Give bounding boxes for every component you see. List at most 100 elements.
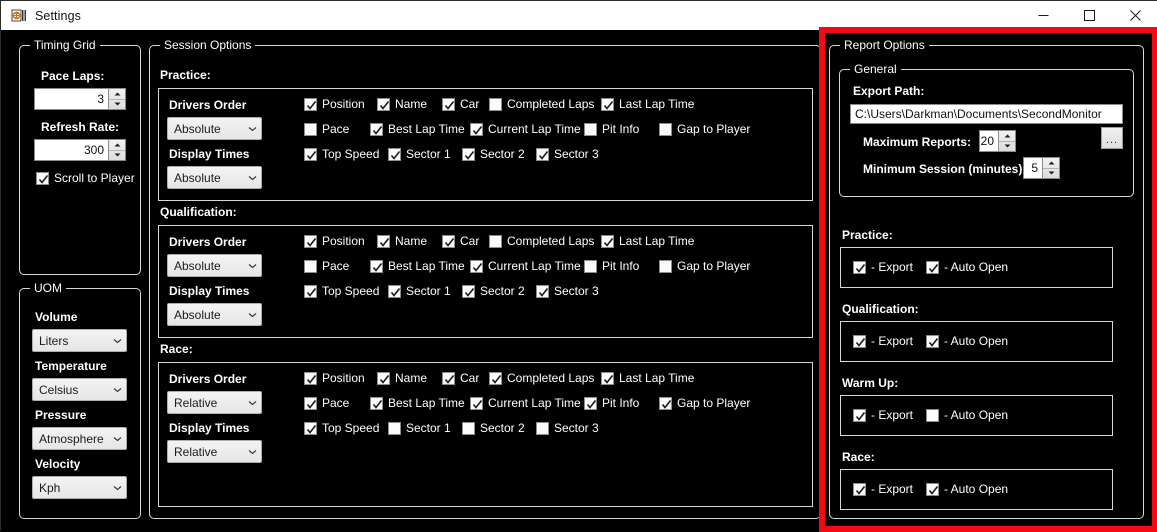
refresh-rate-value[interactable]: 300 — [35, 140, 108, 160]
pace-laps-stepper[interactable]: 3 — [34, 88, 126, 110]
practice-column-best-lap-time[interactable]: Best Lap Time — [370, 123, 465, 136]
checkbox-box[interactable] — [536, 422, 549, 435]
checkbox-box[interactable] — [388, 148, 401, 161]
refresh-rate-stepper[interactable]: 300 — [34, 139, 126, 161]
practice-column-position[interactable]: Position — [304, 98, 365, 111]
qualification-column-sector-1[interactable]: Sector 1 — [388, 285, 451, 298]
checkbox-box[interactable] — [659, 397, 672, 410]
checkbox-box[interactable] — [926, 483, 939, 496]
checkbox-box[interactable] — [853, 261, 866, 274]
checkbox-box[interactable] — [304, 260, 317, 273]
uom-velocity-dropdown[interactable]: Kph — [32, 476, 127, 499]
practice-column-completed-laps[interactable]: Completed Laps — [489, 98, 594, 111]
practice-column-pace[interactable]: Pace — [304, 123, 349, 136]
checkbox-box[interactable] — [462, 422, 475, 435]
checkbox-box[interactable] — [388, 285, 401, 298]
report-qualification-auto-open-checkbox[interactable]: - Auto Open — [926, 335, 1008, 348]
qualification-column-completed-laps[interactable]: Completed Laps — [489, 235, 594, 248]
report-practice-export-checkbox[interactable]: - Export — [853, 261, 913, 274]
qualification-column-position[interactable]: Position — [304, 235, 365, 248]
browse-export-path-button[interactable]: ... — [1101, 127, 1123, 149]
maximum-reports-stepper[interactable]: 20 — [979, 130, 1016, 152]
checkbox-box[interactable] — [377, 235, 390, 248]
checkbox-box[interactable] — [304, 235, 317, 248]
checkbox-box[interactable] — [853, 335, 866, 348]
checkbox-box[interactable] — [926, 335, 939, 348]
race-column-car[interactable]: Car — [442, 372, 479, 385]
checkbox-box[interactable] — [536, 148, 549, 161]
race-drivers-order-dropdown[interactable]: Relative — [167, 391, 262, 414]
checkbox-box[interactable] — [536, 285, 549, 298]
maximum-reports-value[interactable]: 20 — [980, 131, 998, 151]
qualification-column-gap-to-player[interactable]: Gap to Player — [659, 260, 750, 273]
minimum-session-decrement-button[interactable] — [1043, 169, 1059, 179]
race-column-completed-laps[interactable]: Completed Laps — [489, 372, 594, 385]
uom-pressure-dropdown[interactable]: Atmosphere — [32, 427, 127, 450]
checkbox-box[interactable] — [377, 98, 390, 111]
checkbox-box[interactable] — [388, 422, 401, 435]
race-column-position[interactable]: Position — [304, 372, 365, 385]
practice-column-pit-info[interactable]: Pit Info — [584, 123, 639, 136]
race-column-best-lap-time[interactable]: Best Lap Time — [370, 397, 465, 410]
checkbox-box[interactable] — [304, 148, 317, 161]
close-button[interactable] — [1112, 1, 1157, 30]
checkbox-box[interactable] — [601, 235, 614, 248]
qualification-column-best-lap-time[interactable]: Best Lap Time — [370, 260, 465, 273]
checkbox-box[interactable] — [470, 123, 483, 136]
checkbox-box[interactable] — [462, 285, 475, 298]
checkbox-box[interactable] — [659, 123, 672, 136]
scroll-to-player-checkbox-box[interactable] — [36, 172, 49, 185]
checkbox-box[interactable] — [853, 409, 866, 422]
refresh-rate-increment-button[interactable] — [109, 140, 125, 151]
pace-laps-value[interactable]: 3 — [35, 89, 108, 109]
race-column-pace[interactable]: Pace — [304, 397, 349, 410]
checkbox-box[interactable] — [470, 397, 483, 410]
qualification-column-top-speed[interactable]: Top Speed — [304, 285, 379, 298]
minimum-session-value[interactable]: 5 — [1024, 158, 1042, 178]
qualification-display-times-dropdown[interactable]: Absolute — [167, 303, 262, 326]
checkbox-box[interactable] — [659, 260, 672, 273]
practice-drivers-order-dropdown[interactable]: Absolute — [167, 117, 262, 140]
refresh-rate-decrement-button[interactable] — [109, 151, 125, 161]
practice-column-current-lap-time[interactable]: Current Lap Time — [470, 123, 581, 136]
checkbox-box[interactable] — [926, 261, 939, 274]
race-column-gap-to-player[interactable]: Gap to Player — [659, 397, 750, 410]
checkbox-box[interactable] — [489, 372, 502, 385]
checkbox-box[interactable] — [470, 260, 483, 273]
uom-volume-dropdown[interactable]: Liters — [32, 329, 127, 352]
race-column-sector-1[interactable]: Sector 1 — [388, 422, 451, 435]
maximum-reports-increment-button[interactable] — [999, 131, 1015, 142]
practice-column-top-speed[interactable]: Top Speed — [304, 148, 379, 161]
practice-column-sector-3[interactable]: Sector 3 — [536, 148, 599, 161]
practice-column-last-lap-time[interactable]: Last Lap Time — [601, 98, 694, 111]
checkbox-box[interactable] — [304, 285, 317, 298]
practice-column-name[interactable]: Name — [377, 98, 427, 111]
qualification-column-name[interactable]: Name — [377, 235, 427, 248]
checkbox-box[interactable] — [370, 260, 383, 273]
pace-laps-increment-button[interactable] — [109, 89, 125, 100]
report-race-export-checkbox[interactable]: - Export — [853, 483, 913, 496]
checkbox-box[interactable] — [304, 372, 317, 385]
checkbox-box[interactable] — [442, 372, 455, 385]
minimum-session-spin-buttons[interactable] — [1042, 158, 1059, 178]
report-qualification-export-checkbox[interactable]: - Export — [853, 335, 913, 348]
refresh-rate-spin-buttons[interactable] — [108, 140, 125, 160]
checkbox-box[interactable] — [370, 397, 383, 410]
race-column-pit-info[interactable]: Pit Info — [584, 397, 639, 410]
race-display-times-dropdown[interactable]: Relative — [167, 440, 262, 463]
checkbox-box[interactable] — [304, 422, 317, 435]
checkbox-box[interactable] — [462, 148, 475, 161]
checkbox-box[interactable] — [584, 397, 597, 410]
race-column-name[interactable]: Name — [377, 372, 427, 385]
maximize-button[interactable] — [1066, 1, 1112, 30]
checkbox-box[interactable] — [601, 98, 614, 111]
checkbox-box[interactable] — [926, 409, 939, 422]
minimum-session-increment-button[interactable] — [1043, 158, 1059, 169]
checkbox-box[interactable] — [584, 123, 597, 136]
report-practice-auto-open-checkbox[interactable]: - Auto Open — [926, 261, 1008, 274]
practice-column-gap-to-player[interactable]: Gap to Player — [659, 123, 750, 136]
pace-laps-spin-buttons[interactable] — [108, 89, 125, 109]
practice-display-times-dropdown[interactable]: Absolute — [167, 166, 262, 189]
race-column-top-speed[interactable]: Top Speed — [304, 422, 379, 435]
maximum-reports-spin-buttons[interactable] — [998, 131, 1015, 151]
